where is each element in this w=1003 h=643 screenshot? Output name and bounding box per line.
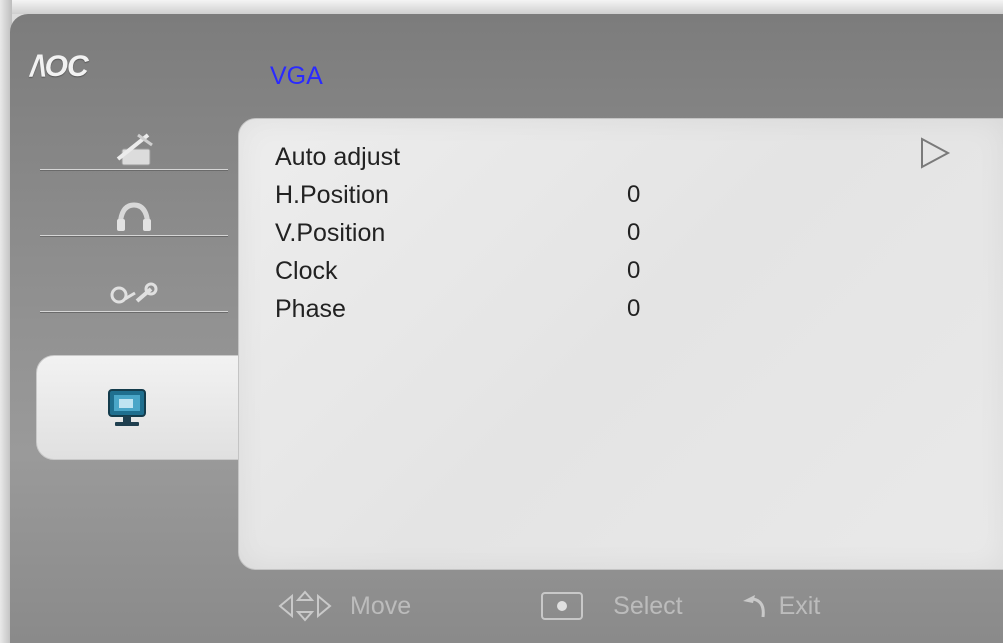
move-label: Move	[350, 591, 412, 620]
picture-tools-icon	[116, 133, 153, 166]
menu-row-clock[interactable]: Clock 0	[275, 253, 975, 289]
move-arrows-icon	[278, 590, 332, 622]
menu-row-value: 0	[627, 257, 641, 284]
menu-row-h-position[interactable]: H.Position 0	[275, 177, 975, 213]
select-icon	[541, 592, 584, 620]
menu-row-value: 0	[627, 295, 641, 322]
vga-settings-panel: Auto adjust H.Position 0 V.Position 0 Cl…	[238, 118, 1003, 570]
audio-icon	[117, 202, 151, 231]
select-hint: Select	[541, 592, 736, 621]
monitor-pc-icon	[108, 388, 146, 426]
exit-label: Exit	[778, 591, 821, 620]
sidebar-item-vga[interactable]	[36, 355, 251, 460]
move-hint: Move	[270, 588, 541, 624]
menu-row-label: V.Position	[275, 218, 386, 247]
menu-row-label: Auto adjust	[275, 142, 401, 171]
tools-icon	[110, 282, 158, 304]
menu-row-v-position[interactable]: V.Position 0	[275, 215, 975, 251]
page-title: VGA	[270, 62, 323, 90]
right-triangle-icon[interactable]	[916, 135, 952, 171]
exit-hint: Exit	[737, 591, 821, 621]
select-label: Select	[613, 591, 683, 620]
menu-row-label: Phase	[275, 294, 346, 323]
monitor-bezel-top	[0, 0, 1003, 14]
exit-arrow-icon	[742, 595, 765, 618]
sidebar-item-picture[interactable]	[40, 112, 228, 172]
menu-row-auto-adjust[interactable]: Auto adjust	[275, 139, 975, 175]
sidebar-item-tools[interactable]	[40, 254, 228, 314]
osd-footer: Move Select Exit	[270, 584, 970, 628]
menu-row-label: Clock	[275, 256, 338, 285]
menu-row-value: 0	[627, 219, 641, 246]
sidebar-item-audio[interactable]	[40, 178, 228, 238]
menu-row-value: 0	[627, 181, 641, 208]
menu-row-label: H.Position	[275, 180, 389, 209]
aoc-logo: /\OC	[30, 50, 89, 83]
menu-row-phase[interactable]: Phase 0	[275, 291, 975, 327]
